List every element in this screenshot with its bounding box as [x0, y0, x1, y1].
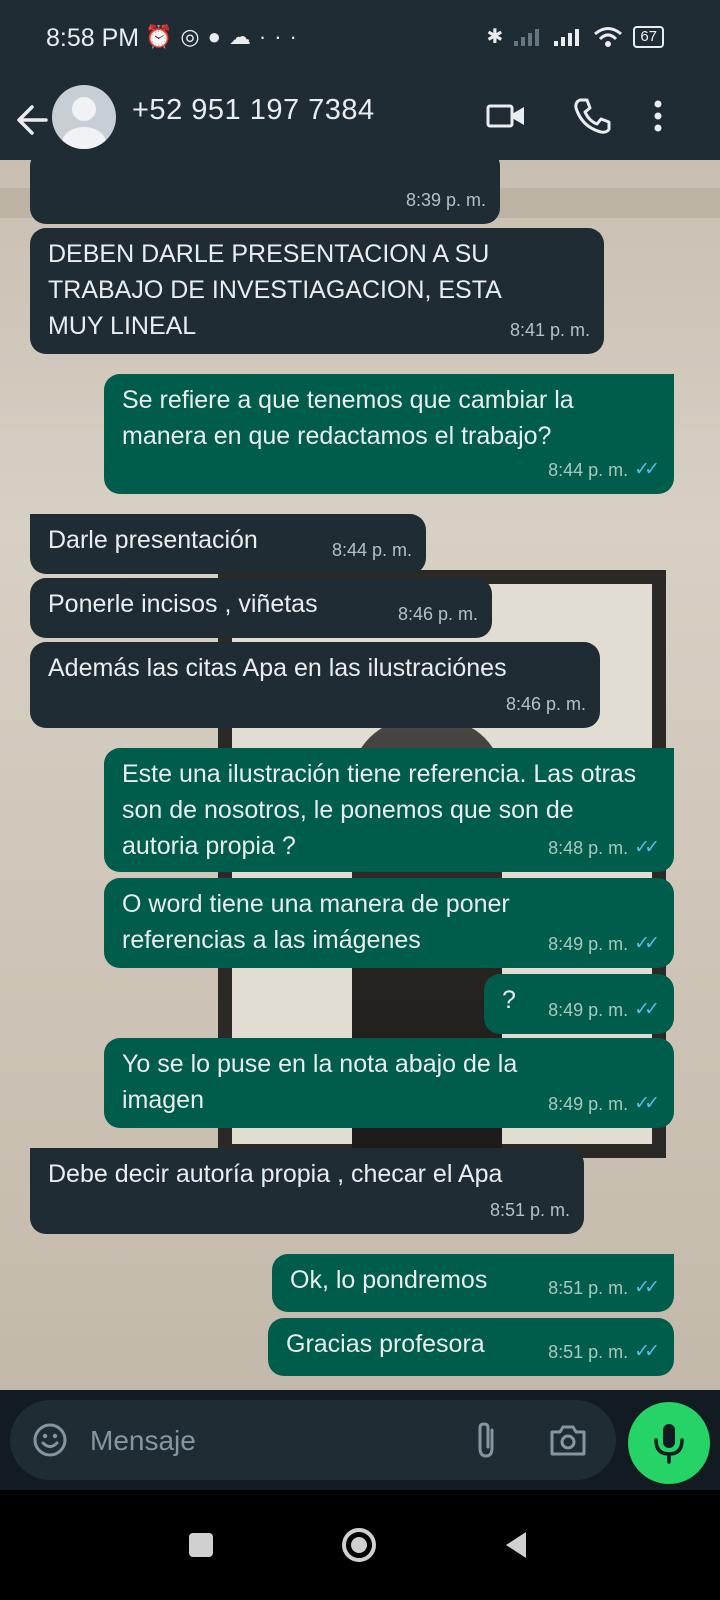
message-text: Se refiere a que tenemos que cambiar la …	[122, 386, 574, 450]
phone-icon[interactable]	[570, 94, 614, 138]
camera-icon[interactable]	[546, 1420, 590, 1460]
reddit-icon: ●	[207, 24, 229, 49]
composer-bar	[0, 1390, 720, 1490]
message-bubble[interactable]: Ok, lo pondremos 8:51 p. m. ✓✓	[272, 1254, 674, 1312]
read-ticks-icon: ✓✓	[634, 933, 660, 954]
avatar[interactable]	[52, 85, 116, 149]
message-bubble[interactable]: DEBEN DARLE PRESENTACION A SU TRABAJO DE…	[30, 228, 604, 354]
message-bubble[interactable]: Debe decir autoría propia , checar el Ap…	[30, 1148, 584, 1234]
message-time: 8:48 p. m.	[548, 838, 629, 858]
message-bubble[interactable]: Además las citas Apa en las ilustracióne…	[30, 642, 600, 728]
back-arrow-icon[interactable]	[12, 95, 52, 145]
more-icon: ···	[258, 24, 305, 49]
chat-header: +52 951 197 7384	[0, 80, 720, 160]
message-bubble[interactable]: Este una ilustración tiene referencia. L…	[104, 748, 674, 872]
message-bubble[interactable]: 8:39 p. m.	[30, 160, 500, 224]
status-time: 8:58 PM	[46, 24, 140, 52]
read-ticks-icon: ✓✓	[634, 1277, 660, 1298]
back-icon[interactable]	[492, 1520, 542, 1570]
read-ticks-icon: ✓✓	[634, 459, 660, 480]
bluetooth-icon: ✱	[486, 26, 504, 48]
read-ticks-icon: ✓✓	[634, 1093, 660, 1114]
message-bubble[interactable]: Darle presentación 8:44 p. m.	[30, 514, 426, 574]
message-bubble[interactable]: Gracias profesora 8:51 p. m. ✓✓	[268, 1318, 674, 1376]
battery-icon: 67	[633, 25, 664, 48]
signal-icon	[554, 28, 580, 46]
status-bar: 8:58 PM ⏰◎●☁··· ✱ 67	[0, 0, 720, 80]
message-bubble[interactable]: Se refiere a que tenemos que cambiar la …	[104, 374, 674, 494]
instagram-icon: ◎	[180, 24, 208, 49]
message-time: 8:51 p. m.	[489, 1200, 570, 1220]
message-bubble[interactable]: O word tiene una manera de poner referen…	[104, 878, 674, 968]
message-time: 8:39 p. m.	[405, 190, 486, 210]
message-time: 8:44 p. m.	[548, 460, 629, 480]
alarm-icon: ⏰	[145, 24, 181, 49]
message-text: Además las citas Apa en las ilustracióne…	[48, 654, 507, 682]
read-ticks-icon: ✓✓	[634, 1341, 660, 1362]
read-ticks-icon: ✓✓	[634, 999, 660, 1020]
message-time: 8:41 p. m.	[509, 320, 590, 340]
message-time: 8:51 p. m.	[548, 1342, 629, 1362]
message-time: 8:49 p. m.	[548, 934, 629, 954]
recents-icon[interactable]	[176, 1520, 226, 1570]
video-call-icon[interactable]	[484, 94, 528, 138]
message-bubble[interactable]: ? 8:49 p. m. ✓✓	[484, 974, 674, 1034]
message-bubble[interactable]: Ponerle incisos , viñetas 8:46 p. m.	[30, 578, 492, 638]
paperclip-icon[interactable]	[468, 1420, 504, 1460]
contact-name[interactable]: +52 951 197 7384	[132, 94, 375, 127]
system-nav-bar	[0, 1490, 720, 1600]
message-composer[interactable]	[10, 1400, 616, 1480]
message-text: DEBEN DARLE PRESENTACION A SU TRABAJO DE…	[48, 240, 501, 340]
emoji-icon[interactable]	[32, 1422, 68, 1458]
message-time: 8:49 p. m.	[548, 1000, 629, 1020]
chat-area[interactable]: 8:39 p. m. DEBEN DARLE PRESENTACION A SU…	[0, 160, 720, 1390]
message-time: 8:46 p. m.	[397, 604, 478, 624]
voice-message-button[interactable]	[628, 1402, 710, 1484]
message-text: Debe decir autoría propia , checar el Ap…	[48, 1160, 503, 1188]
message-bubble[interactable]: Yo se lo puse en la nota abajo de la ima…	[104, 1038, 674, 1128]
message-time: 8:44 p. m.	[331, 540, 412, 560]
read-ticks-icon: ✓✓	[634, 837, 660, 858]
message-time: 8:49 p. m.	[548, 1094, 629, 1114]
home-icon[interactable]	[334, 1520, 384, 1570]
wifi-icon	[594, 26, 623, 47]
signal-icon	[514, 28, 540, 46]
status-left-icons: ⏰◎●☁···	[145, 24, 305, 50]
message-input[interactable]	[88, 1420, 432, 1462]
cloud-icon: ☁	[228, 24, 259, 49]
message-time: 8:46 p. m.	[505, 694, 586, 714]
message-time: 8:51 p. m.	[548, 1278, 629, 1298]
status-right-icons: ✱ 67	[487, 24, 664, 49]
more-vert-icon[interactable]	[646, 94, 670, 138]
mic-icon	[654, 1424, 684, 1464]
